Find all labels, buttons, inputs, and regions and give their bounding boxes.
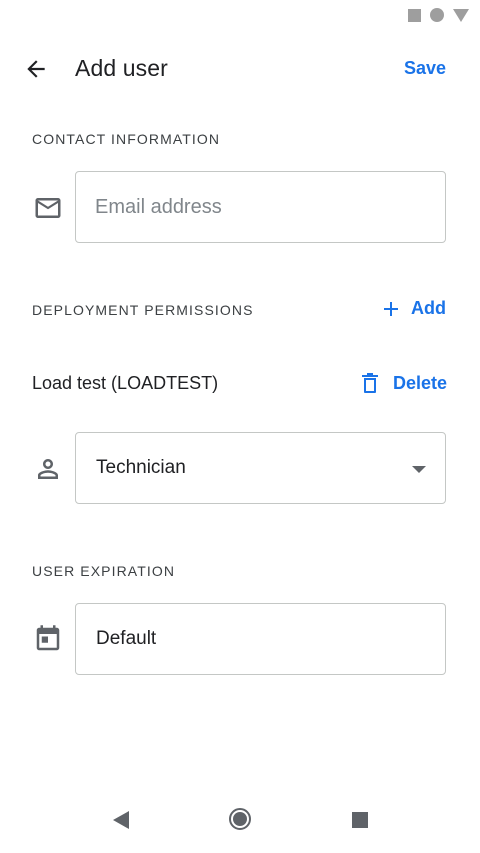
mail-icon — [35, 198, 61, 218]
app-bar: Add user Save — [0, 40, 480, 98]
page-title: Add user — [75, 55, 168, 81]
expiration-icon-wrapper — [32, 623, 64, 655]
nav-home-icon[interactable] — [229, 808, 251, 830]
system-nav-bar — [0, 797, 480, 853]
notification-square-icon — [408, 8, 421, 22]
nav-back-icon[interactable] — [113, 811, 129, 829]
nav-recents-icon[interactable] — [352, 812, 368, 828]
role-select[interactable]: Technician — [75, 432, 446, 504]
arrow-back-icon — [27, 60, 45, 78]
contact-information-header: CONTACT INFORMATION — [32, 131, 221, 147]
dropdown-arrow-icon — [412, 466, 426, 473]
deployment-permissions-header: DEPLOYMENT PERMISSIONS — [32, 302, 254, 318]
status-icons — [408, 8, 469, 22]
save-button[interactable]: Save — [404, 58, 446, 79]
add-user-screen: Add user Save CONTACT INFORMATION DEPLOY… — [0, 0, 480, 853]
signal-triangle-icon — [453, 8, 469, 22]
nav-home-dot — [233, 812, 247, 826]
plus-icon — [384, 301, 398, 316]
delete-permission-label: Delete — [392, 372, 447, 393]
deployment-name: Load test (LOADTEST) — [32, 373, 219, 393]
delete-permission-button[interactable]: Delete — [361, 372, 447, 394]
email-input[interactable] — [95, 172, 425, 242]
person-icon — [38, 459, 58, 479]
role-selected-value: Technician — [96, 457, 186, 478]
add-permission-button[interactable]: Add — [383, 298, 446, 319]
role-icon-wrapper — [32, 453, 64, 485]
calendar-icon — [36, 625, 60, 651]
expiration-value: Default — [96, 628, 157, 649]
status-bar — [0, 0, 480, 32]
trash-icon — [361, 373, 378, 393]
user-expiration-header: USER EXPIRATION — [32, 563, 176, 579]
email-field[interactable] — [75, 171, 446, 243]
notification-circle-icon — [430, 8, 444, 22]
back-button[interactable] — [16, 49, 56, 89]
add-permission-label: Add — [411, 298, 446, 318]
expiration-field[interactable]: Default — [75, 603, 446, 675]
email-icon-wrapper — [32, 192, 64, 224]
